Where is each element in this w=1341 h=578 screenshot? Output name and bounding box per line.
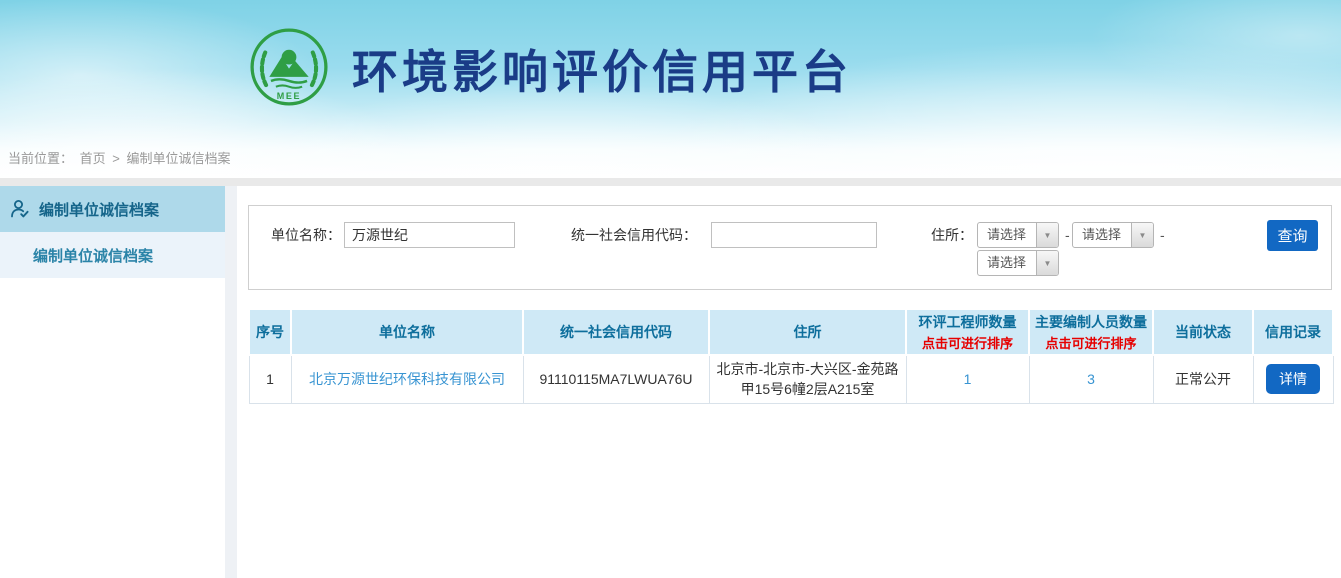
district-select-value: 请选择 — [987, 251, 1026, 275]
address-label: 住所： — [931, 222, 973, 248]
credit-code-input[interactable] — [711, 222, 877, 248]
editor-sort-hint[interactable]: 点击可进行排序 — [1032, 333, 1150, 352]
col-header-address: 住所 — [709, 309, 906, 355]
breadcrumb-separator: > — [112, 151, 120, 166]
company-name-label: 单位名称： — [271, 222, 341, 248]
col-header-editor-count[interactable]: 主要编制人员数量 点击可进行排序 — [1029, 309, 1153, 355]
row-index: 1 — [249, 355, 291, 403]
header-divider — [0, 178, 1341, 186]
col-header-company: 单位名称 — [291, 309, 523, 355]
search-panel: 单位名称： 统一社会信用代码： 住所： 请选择 ▼ - 请选择 ▼ - 请选择 … — [248, 205, 1332, 290]
detail-button[interactable]: 详情 — [1266, 364, 1320, 394]
row-status: 正常公开 — [1153, 355, 1253, 403]
engineer-count-link[interactable]: 1 — [964, 371, 972, 387]
content-layout: 编制单位诚信档案 编制单位诚信档案 单位名称： 统一社会信用代码： 住所： 请选… — [0, 186, 1341, 578]
sidebar-section-credit-archive[interactable]: 编制单位诚信档案 — [0, 186, 225, 232]
credit-code-label: 统一社会信用代码： — [571, 222, 697, 248]
row-credit-code: 91110115MA7LWUA76U — [523, 355, 709, 403]
chevron-down-icon[interactable]: ▼ — [1036, 251, 1058, 275]
city-select-value: 请选择 — [1082, 223, 1121, 247]
sidebar-main-gap — [225, 186, 237, 578]
city-select[interactable]: 请选择 ▼ — [1072, 222, 1154, 248]
user-check-icon — [9, 198, 31, 220]
site-header: MEE 环境影响评价信用平台 当前位置： 首页 > 编制单位诚信档案 — [0, 0, 1341, 178]
col-header-status: 当前状态 — [1153, 309, 1253, 355]
col-header-credit-record: 信用记录 — [1253, 309, 1333, 355]
address-dash-1: - — [1065, 222, 1070, 248]
col-header-engineer-count[interactable]: 环评工程师数量 点击可进行排序 — [906, 309, 1029, 355]
province-select-value: 请选择 — [987, 223, 1026, 247]
district-select[interactable]: 请选择 ▼ — [977, 250, 1059, 276]
col-header-credit-code: 统一社会信用代码 — [523, 309, 709, 355]
sidebar: 编制单位诚信档案 编制单位诚信档案 — [0, 186, 225, 578]
row-address: 北京市-北京市-大兴区-金苑路甲15号6幢2层A215室 — [709, 355, 906, 403]
page-title: 环境影响评价信用平台 — [352, 36, 852, 102]
mee-logo: MEE — [248, 26, 330, 108]
results-table: 序号 单位名称 统一社会信用代码 住所 环评工程师数量 点击可进行排序 主要编制… — [248, 308, 1334, 404]
table-row: 1 北京万源世纪环保科技有限公司 91110115MA7LWUA76U 北京市-… — [249, 355, 1333, 403]
engineer-sort-hint[interactable]: 点击可进行排序 — [909, 333, 1026, 352]
query-button[interactable]: 查询 — [1267, 220, 1318, 251]
breadcrumb-label: 当前位置： — [8, 151, 73, 166]
col-header-editor-count-label: 主要编制人员数量 — [1035, 314, 1147, 330]
company-name-input[interactable] — [344, 222, 515, 248]
breadcrumb: 当前位置： 首页 > 编制单位诚信档案 — [8, 148, 234, 167]
col-header-index: 序号 — [249, 309, 291, 355]
chevron-down-icon[interactable]: ▼ — [1131, 223, 1153, 247]
address-dash-2: - — [1160, 222, 1165, 248]
sidebar-section-label: 编制单位诚信档案 — [39, 199, 159, 220]
editor-count-link[interactable]: 3 — [1087, 371, 1095, 387]
col-header-engineer-count-label: 环评工程师数量 — [919, 314, 1017, 330]
main-content: 单位名称： 统一社会信用代码： 住所： 请选择 ▼ - 请选择 ▼ - 请选择 … — [237, 186, 1341, 578]
sidebar-item-credit-archive[interactable]: 编制单位诚信档案 — [0, 232, 225, 278]
logo-caption: MEE — [277, 91, 301, 101]
breadcrumb-home-link[interactable]: 首页 — [80, 151, 106, 166]
page: MEE 环境影响评价信用平台 当前位置： 首页 > 编制单位诚信档案 编制单位诚… — [0, 0, 1341, 578]
province-select[interactable]: 请选择 ▼ — [977, 222, 1059, 248]
chevron-down-icon[interactable]: ▼ — [1036, 223, 1058, 247]
table-header-row: 序号 单位名称 统一社会信用代码 住所 环评工程师数量 点击可进行排序 主要编制… — [249, 309, 1333, 355]
breadcrumb-current: 编制单位诚信档案 — [127, 151, 231, 166]
sidebar-item-label: 编制单位诚信档案 — [33, 245, 153, 266]
company-link[interactable]: 北京万源世纪环保科技有限公司 — [309, 371, 505, 387]
